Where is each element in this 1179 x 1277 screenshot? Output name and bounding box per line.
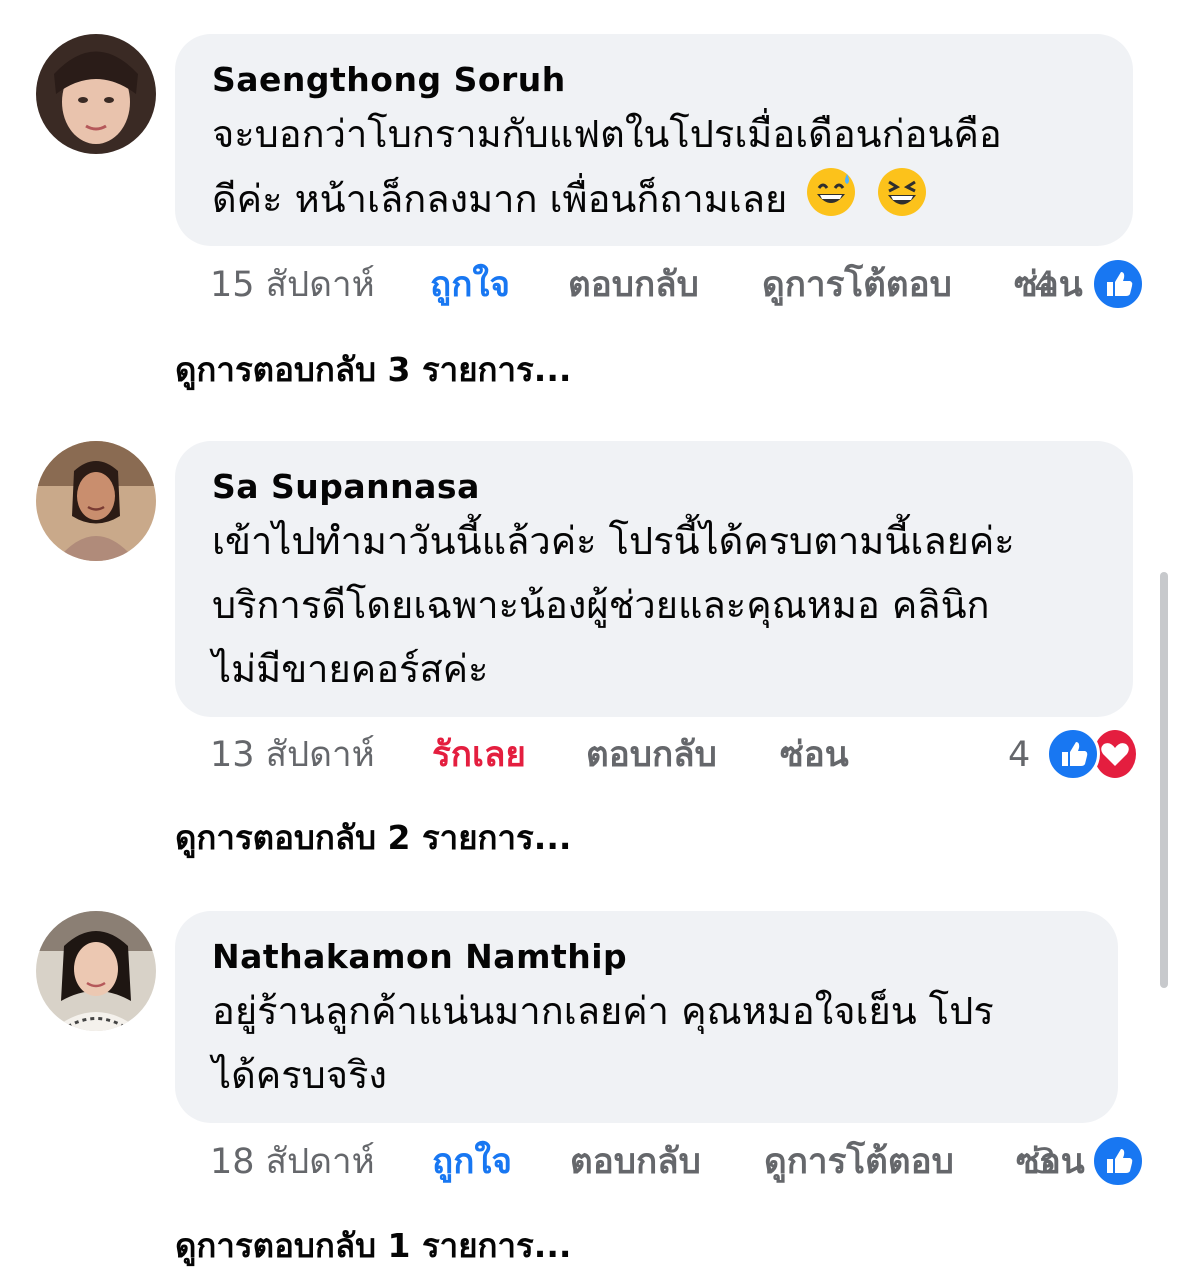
reaction-count: 4 (1008, 735, 1031, 775)
comment-text-line: จะบอกว่าโบกรามกับแฟตในโปรเมื่อเดือนก่อนค… (212, 112, 1002, 156)
comment-time[interactable]: 15 สัปดาห์ (210, 260, 375, 310)
comment-bubble: Nathakamon Namthip อยู่ร้านลูกค้าแน่นมาก… (175, 911, 1118, 1123)
comment-text-line-text: ดีค่ะ หน้าเล็กลงมาก เพื่อนก็ถามเลย (212, 177, 788, 221)
reaction-summary[interactable]: 3 (1030, 1134, 1150, 1188)
comment-time[interactable]: 18 สัปดาห์ (210, 1137, 375, 1187)
view-replies-link[interactable]: ดูการตอบกลับ 2 รายการ... (175, 816, 571, 860)
view-replies-link[interactable]: ดูการตอบกลับ 3 รายการ... (175, 348, 571, 392)
comment-actions: 18 สัปดาห์ ถูกใจ ตอบกลับ ดูการโต้ตอบ ซ่อ… (210, 1137, 1110, 1187)
comment-text-line: ไม่มีขายคอร์สค่ะ (212, 647, 489, 691)
comment-author[interactable]: Nathakamon Namthip (212, 935, 1098, 979)
view-replies-link[interactable]: ดูการตอบกลับ 1 รายการ... (175, 1224, 571, 1268)
comment-text-line: เข้าไปทำมาวันนี้แล้วค่ะ โปรนี้ได้ครบตามน… (212, 519, 1015, 563)
comment-bubble: Sa Supannasa เข้าไปทำมาวันนี้แล้วค่ะ โปร… (175, 441, 1133, 717)
reaction-summary[interactable]: 4 (1006, 727, 1156, 781)
comment-time[interactable]: 13 สัปดาห์ (210, 730, 375, 780)
comment-text: อยู่ร้านลูกค้าแน่นมากเลยค่า คุณหมอใจเย็น… (212, 979, 1098, 1107)
comment-bubble: Saengthong Soruh จะบอกว่าโบกรามกับแฟตในโ… (175, 34, 1133, 246)
laughing-emoji (876, 166, 928, 237)
comment-text-line: ได้ครบจริง (212, 1053, 387, 1097)
scrollbar[interactable] (1160, 572, 1168, 988)
love-button[interactable]: รักเลย (432, 730, 526, 780)
reaction-summary[interactable]: 4 (1030, 257, 1150, 311)
comment-author[interactable]: Saengthong Soruh (212, 58, 1113, 102)
comment-text: เข้าไปทำมาวันนี้แล้วค่ะ โปรนี้ได้ครบตามน… (212, 509, 1113, 701)
avatar[interactable] (36, 911, 156, 1031)
reply-button[interactable]: ตอบกลับ (570, 1137, 701, 1187)
view-interactions-button[interactable]: ดูการโต้ตอบ (762, 260, 952, 310)
like-reaction-icon (1046, 727, 1100, 781)
reaction-count: 4 (1034, 265, 1057, 305)
reply-button[interactable]: ตอบกลับ (568, 260, 699, 310)
comment-text-line: ดีค่ะ หน้าเล็กลงมาก เพื่อนก็ถามเลย (212, 166, 1113, 237)
comment-text-line: บริการดีโดยเฉพาะน้องผู้ช่วยและคุณหมอ คลิ… (212, 583, 990, 627)
comment-text: จะบอกว่าโบกรามกับแฟตในโปรเมื่อเดือนก่อนค… (212, 102, 1113, 237)
reply-button[interactable]: ตอบกลับ (586, 730, 717, 780)
avatar[interactable] (36, 34, 156, 154)
comment-text-line: อยู่ร้านลูกค้าแน่นมากเลยค่า คุณหมอใจเย็น… (212, 989, 994, 1033)
like-button[interactable]: ถูกใจ (430, 260, 510, 310)
comment-actions: 13 สัปดาห์ รักเลย ตอบกลับ ซ่อน (210, 730, 1110, 780)
comment-author[interactable]: Sa Supannasa (212, 465, 1113, 509)
view-interactions-button[interactable]: ดูการโต้ตอบ (764, 1137, 954, 1187)
like-reaction-icon (1091, 1134, 1145, 1188)
grinning-sweat-emoji (805, 166, 857, 237)
comment-actions: 15 สัปดาห์ ถูกใจ ตอบกลับ ดูการโต้ตอบ ซ่อ… (210, 260, 1110, 310)
reaction-count: 3 (1034, 1142, 1057, 1182)
hide-button[interactable]: ซ่อน (780, 730, 849, 780)
like-button[interactable]: ถูกใจ (432, 1137, 512, 1187)
like-reaction-icon (1091, 257, 1145, 311)
avatar[interactable] (36, 441, 156, 561)
